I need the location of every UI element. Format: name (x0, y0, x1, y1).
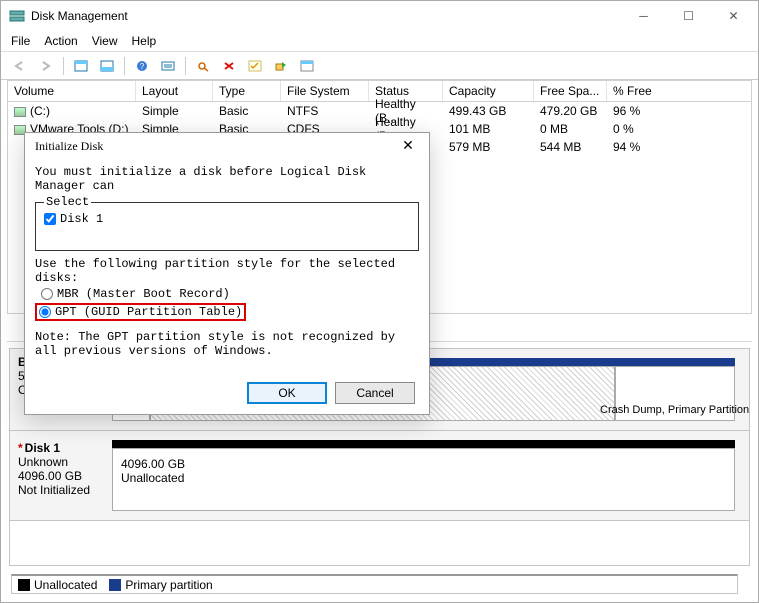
partition-region-unallocated[interactable]: 4096.00 GB Unallocated (112, 448, 735, 511)
window-title: Disk Management (31, 9, 621, 23)
view-bottom-icon[interactable] (96, 56, 118, 76)
view-top-icon[interactable] (70, 56, 92, 76)
forward-button[interactable] (35, 56, 57, 76)
rescan-icon[interactable] (270, 56, 292, 76)
radio-mbr-label: MBR (Master Boot Record) (57, 287, 230, 301)
cancel-button[interactable]: Cancel (335, 382, 415, 404)
vol-free: 544 MB (534, 140, 607, 154)
vol-pct: 94 % (607, 140, 667, 154)
col-freespace[interactable]: Free Spa... (534, 81, 607, 101)
disk1-size: 4096.00 GB (18, 469, 100, 483)
menu-view[interactable]: View (92, 34, 118, 48)
col-filesystem[interactable]: File System (281, 81, 369, 101)
svg-text:?: ? (140, 62, 145, 71)
radio-mbr-input[interactable] (41, 288, 53, 300)
dialog-close-button[interactable]: ✕ (393, 138, 423, 155)
dialog-message: You must initialize a disk before Logica… (35, 165, 419, 193)
vol-capacity: 101 MB (443, 122, 534, 136)
disk1-status: Not Initialized (18, 483, 100, 497)
vol-capacity: 499.43 GB (443, 104, 534, 118)
col-capacity[interactable]: Capacity (443, 81, 534, 101)
disk1-checkbox[interactable] (44, 213, 56, 225)
radio-gpt-input[interactable] (39, 306, 51, 318)
vol-free: 0 MB (534, 122, 607, 136)
menu-file[interactable]: File (11, 34, 30, 48)
region-size: 4096.00 GB (121, 457, 726, 471)
vol-name: (C:) (30, 104, 50, 118)
partition-style-label: Use the following partition style for th… (35, 257, 419, 285)
maximize-button[interactable]: ☐ (666, 2, 711, 30)
disk1-type: Unknown (18, 455, 100, 469)
legend-primary: Primary partition (109, 578, 212, 592)
minimize-button[interactable]: ─ (621, 2, 666, 30)
back-button[interactable] (9, 56, 31, 76)
properties-icon[interactable] (296, 56, 318, 76)
col-layout[interactable]: Layout (136, 81, 213, 101)
vol-pct: 0 % (607, 122, 667, 136)
radio-mbr[interactable]: MBR (Master Boot Record) (41, 287, 419, 301)
col-percent-free[interactable]: % Free (607, 81, 667, 101)
col-type[interactable]: Type (213, 81, 281, 101)
select-label: Select (44, 195, 91, 209)
disk-management-icon (9, 8, 25, 24)
disk1-partitions[interactable]: 4096.00 GB Unallocated (112, 440, 735, 511)
initialize-disk-dialog: Initialize Disk ✕ You must initialize a … (24, 132, 430, 415)
titlebar: Disk Management ─ ☐ ✕ (1, 1, 758, 31)
toolbar: ? (1, 52, 758, 80)
vol-capacity: 579 MB (443, 140, 534, 154)
checklist-icon[interactable] (244, 56, 266, 76)
col-volume[interactable]: Volume (8, 81, 136, 101)
menu-action[interactable]: Action (44, 34, 77, 48)
partition-region[interactable]: Crash Dump, Primary Partition) (615, 366, 735, 421)
radio-gpt[interactable]: GPT (GUID Partition Table) (39, 305, 242, 319)
disk1-label: *Disk 1 Unknown 4096.00 GB Not Initializ… (10, 431, 106, 520)
dialog-note: Note: The GPT partition style is not rec… (35, 330, 419, 358)
legend-unallocated: Unallocated (18, 578, 97, 592)
dialog-title: Initialize Disk (35, 139, 393, 154)
vol-fs: NTFS (281, 104, 369, 118)
menubar: File Action View Help (1, 31, 758, 52)
help-icon[interactable]: ? (131, 56, 153, 76)
vol-pct: 96 % (607, 104, 667, 118)
disk1-item-label: Disk 1 (60, 212, 103, 226)
close-button[interactable]: ✕ (711, 2, 756, 30)
disk-row-1[interactable]: *Disk 1 Unknown 4096.00 GB Not Initializ… (10, 431, 749, 521)
disk1-name: Disk 1 (25, 441, 60, 455)
legend: Unallocated Primary partition (11, 574, 738, 594)
ok-button[interactable]: OK (247, 382, 327, 404)
radio-gpt-label: GPT (GUID Partition Table) (55, 305, 242, 319)
refresh-icon[interactable] (192, 56, 214, 76)
dialog-titlebar: Initialize Disk ✕ (25, 133, 429, 159)
partition-desc: Crash Dump, Primary Partition) (600, 404, 750, 416)
vol-type: Basic (213, 104, 281, 118)
menu-help[interactable]: Help (132, 34, 157, 48)
warning-icon: * (18, 441, 23, 455)
gpt-highlight: GPT (GUID Partition Table) (35, 303, 246, 321)
vol-layout: Simple (136, 104, 213, 118)
settings-list-icon[interactable] (157, 56, 179, 76)
region-state: Unallocated (121, 471, 726, 485)
vol-free: 479.20 GB (534, 104, 607, 118)
drive-icon (14, 107, 26, 117)
delete-icon[interactable] (218, 56, 240, 76)
disk-select-list[interactable]: Select Disk 1 (35, 195, 419, 251)
